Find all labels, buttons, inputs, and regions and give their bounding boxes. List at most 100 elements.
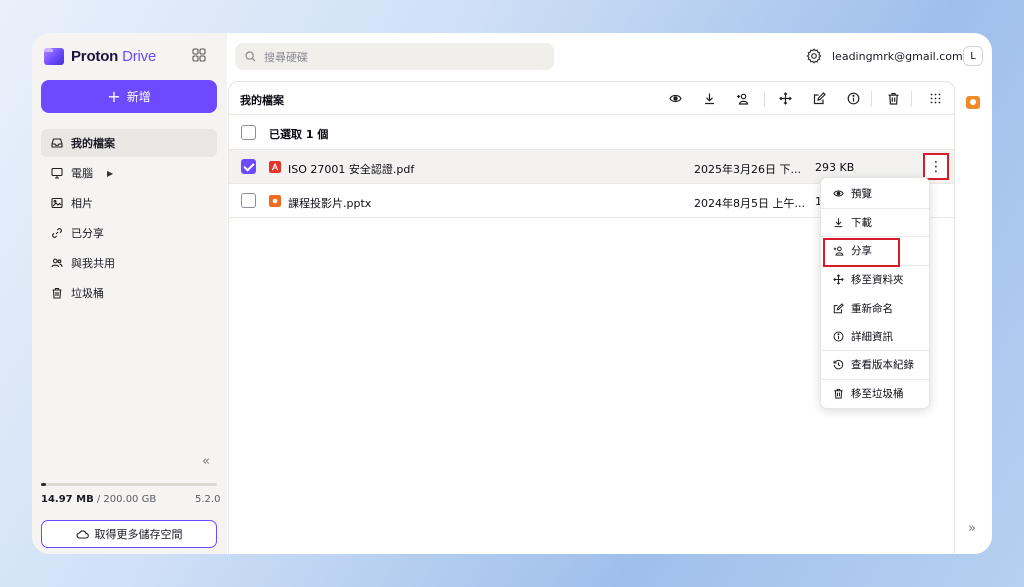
- users-icon: [51, 258, 63, 268]
- logo-primary: Proton: [71, 47, 119, 65]
- logo-secondary: Drive: [122, 47, 157, 65]
- history-icon: [833, 360, 844, 370]
- file-size: 293 KB: [815, 161, 855, 174]
- share-user-icon[interactable]: [736, 92, 749, 105]
- menu-item-rename[interactable]: 重新命名: [821, 294, 929, 323]
- sidebar-item-shared-with-me[interactable]: 與我共用: [41, 249, 217, 277]
- link-icon: [52, 228, 62, 238]
- more-options-button[interactable]: ⋮: [923, 153, 949, 180]
- image-icon: [51, 197, 63, 209]
- storage-usage: 14.97 MB / 200.00 GB: [41, 494, 156, 505]
- sidebar-item-label: 垃圾桶: [71, 287, 104, 300]
- logo-text: Proton Drive: [71, 48, 156, 65]
- menu-item-label: 分享: [851, 245, 872, 258]
- select-all-checkbox[interactable]: [241, 125, 256, 140]
- storage-total: / 200.00 GB: [96, 494, 157, 505]
- edit-icon[interactable]: [813, 92, 826, 105]
- menu-item-label: 詳細資訊: [851, 330, 893, 343]
- eye-icon: [833, 190, 844, 197]
- menu-item-details[interactable]: 詳細資訊: [821, 323, 929, 351]
- app-version: 5.2.0: [195, 494, 221, 505]
- sidebar-item-trash[interactable]: 垃圾桶: [41, 279, 217, 307]
- get-more-storage-label: 取得更多儲存空間: [94, 528, 183, 541]
- file-name[interactable]: ISO 27001 安全認證.pdf: [288, 161, 414, 177]
- sidebar: Proton Drive + 新增 我的檔案 電腦 ▶ 相片 已分享 與我共用 …: [32, 33, 227, 554]
- new-button-label: 新增: [126, 90, 151, 104]
- cloud-icon: [76, 530, 89, 539]
- selection-count: 已選取 1 個: [269, 128, 329, 141]
- breadcrumb[interactable]: 我的檔案: [240, 92, 284, 108]
- info-icon: [833, 331, 844, 342]
- menu-item-label: 預覽: [851, 188, 872, 201]
- menu-item-label: 下載: [851, 216, 872, 229]
- sidebar-item-my-files[interactable]: 我的檔案: [41, 129, 217, 157]
- sidebar-item-label: 與我共用: [71, 257, 115, 270]
- sidebar-item-label: 已分享: [71, 227, 104, 240]
- sidebar-item-photos[interactable]: 相片: [41, 189, 217, 217]
- expand-rail-icon[interactable]: »: [968, 521, 976, 536]
- menu-item-label: 移至資料夾: [851, 274, 904, 287]
- sidebar-item-label: 電腦: [71, 167, 93, 180]
- row-checkbox[interactable]: [241, 193, 256, 208]
- share-user-icon: [833, 246, 844, 256]
- pdf-file-icon: [269, 161, 281, 173]
- context-menu: 預覽 下載 分享 移至資料夾 重新命名 詳細資訊 查看版本紀錄 移至垃圾桶: [820, 177, 930, 409]
- storage-progress-fill: [41, 483, 47, 486]
- menu-item-label: 移至垃圾桶: [851, 388, 904, 401]
- row-checkbox[interactable]: [241, 159, 256, 174]
- file-name[interactable]: 課程投影片.pptx: [288, 195, 371, 211]
- toolbar-divider: [764, 91, 765, 107]
- menu-item-version-history[interactable]: 查看版本紀錄: [821, 351, 929, 380]
- search-input[interactable]: 搜尋硬碟: [235, 43, 554, 70]
- menu-item-label: 查看版本紀錄: [851, 359, 914, 372]
- sidebar-item-computers[interactable]: 電腦 ▶: [41, 159, 217, 187]
- pptx-file-icon: [269, 195, 281, 207]
- plus-icon: +: [107, 86, 121, 106]
- monitor-icon: [51, 167, 63, 179]
- toolbar-divider: [871, 91, 872, 107]
- toolbar-divider: [911, 91, 912, 107]
- search-placeholder: 搜尋硬碟: [264, 50, 308, 64]
- menu-item-move-to-trash[interactable]: 移至垃圾桶: [821, 380, 929, 409]
- inbox-icon: [51, 138, 63, 148]
- move-icon[interactable]: [779, 92, 792, 105]
- proton-drive-logo[interactable]: Proton Drive: [44, 46, 156, 66]
- file-modified: 2024年8月5日 上午...: [694, 197, 805, 210]
- menu-item-preview[interactable]: 預覽: [821, 180, 929, 209]
- collapse-sidebar-icon[interactable]: «: [202, 454, 210, 469]
- sidebar-item-shared[interactable]: 已分享: [41, 219, 217, 247]
- download-icon[interactable]: [703, 92, 716, 105]
- sidebar-item-label: 我的檔案: [71, 137, 115, 150]
- file-modified: 2025年3月26日 下...: [694, 163, 801, 176]
- kebab-icon: ⋮: [929, 158, 943, 175]
- eye-icon[interactable]: [669, 92, 682, 105]
- trash-icon: [834, 389, 843, 399]
- get-more-storage-button[interactable]: 取得更多儲存空間: [41, 520, 217, 548]
- drive-logo-icon: [44, 47, 64, 65]
- avatar[interactable]: L: [963, 46, 983, 66]
- edit-icon: [833, 302, 844, 313]
- contacts-app-icon[interactable]: [966, 96, 980, 109]
- trash-icon[interactable]: [887, 92, 900, 105]
- apps-grid-icon[interactable]: [192, 48, 206, 62]
- right-rail: »: [956, 81, 992, 554]
- menu-item-move[interactable]: 移至資料夾: [821, 266, 929, 295]
- storage-used: 14.97 MB: [41, 494, 94, 505]
- new-button[interactable]: + 新增: [41, 80, 217, 113]
- menu-item-label: 重新命名: [851, 302, 893, 315]
- sidebar-item-label: 相片: [71, 197, 93, 210]
- gear-icon[interactable]: [806, 48, 822, 64]
- caret-right-icon[interactable]: ▶: [107, 169, 113, 178]
- grid-icon[interactable]: [929, 92, 942, 105]
- toolbar: 我的檔案: [229, 82, 954, 115]
- move-icon: [833, 274, 844, 286]
- menu-item-share[interactable]: 分享: [821, 237, 929, 267]
- account-email[interactable]: leadingmrk@gmail.com: [832, 50, 963, 63]
- storage-progress-bar: [41, 483, 217, 486]
- download-icon: [834, 218, 843, 227]
- trash-icon: [52, 287, 62, 299]
- selection-header: 已選取 1 個: [229, 115, 954, 150]
- sidebar-nav: 我的檔案 電腦 ▶ 相片 已分享 與我共用 垃圾桶: [41, 129, 217, 309]
- info-icon[interactable]: [847, 92, 860, 105]
- menu-item-download[interactable]: 下載: [821, 209, 929, 237]
